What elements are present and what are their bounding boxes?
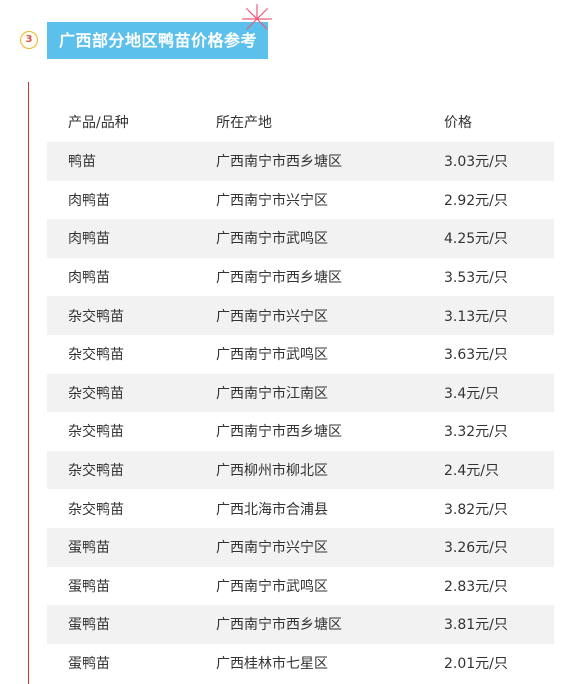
cell-price: 3.03元/只 xyxy=(444,154,508,171)
cell-price: 3.53元/只 xyxy=(444,270,508,287)
cell-price: 4.25元/只 xyxy=(444,231,508,248)
accent-vertical-line xyxy=(28,82,29,684)
cell-product: 肉鸭苗 xyxy=(68,270,110,287)
cell-price: 3.63元/只 xyxy=(444,347,508,364)
cell-product: 肉鸭苗 xyxy=(68,192,110,209)
cell-origin: 广西南宁市西乡塘区 xyxy=(216,617,342,634)
table-row: 蛋鸭苗 广西南宁市西乡塘区 3.81元/只 xyxy=(47,605,554,644)
cell-product: 蛋鸭苗 xyxy=(68,617,110,634)
table-row: 肉鸭苗 广西南宁市武鸣区 4.25元/只 xyxy=(47,219,554,258)
cell-origin: 广西南宁市江南区 xyxy=(216,385,328,402)
cell-price: 2.01元/只 xyxy=(444,656,508,673)
cell-price: 3.4元/只 xyxy=(444,385,499,402)
cell-price: 2.83元/只 xyxy=(444,578,508,595)
cell-price: 3.13元/只 xyxy=(444,308,508,325)
table-row: 杂交鸭苗 广西南宁市武鸣区 3.63元/只 xyxy=(47,335,554,374)
table-row: 杂交鸭苗 广西北海市合浦县 3.82元/只 xyxy=(47,489,554,528)
cell-price: 3.32元/只 xyxy=(444,424,508,441)
cell-origin: 广西南宁市兴宁区 xyxy=(216,540,328,557)
cell-product: 鸭苗 xyxy=(68,154,96,171)
cell-origin: 广西南宁市兴宁区 xyxy=(216,192,328,209)
table-header-row: 产品/品种 所在产地 价格 xyxy=(47,102,554,142)
table-row: 杂交鸭苗 广西柳州市柳北区 2.4元/只 xyxy=(47,450,554,490)
cell-product: 杂交鸭苗 xyxy=(68,347,124,364)
cell-product: 蛋鸭苗 xyxy=(68,656,110,673)
table-row: 鸭苗 广西南宁市西乡塘区 3.03元/只 xyxy=(47,142,554,181)
header-product: 产品/品种 xyxy=(68,115,129,131)
cell-product: 肉鸭苗 xyxy=(68,231,110,248)
cell-product: 蛋鸭苗 xyxy=(68,578,110,595)
section-header: 3 广西部分地区鸭苗价格参考 xyxy=(0,0,572,70)
firework-icon xyxy=(241,3,273,30)
table-row: 杂交鸭苗 广西南宁市西乡塘区 3.32元/只 xyxy=(47,412,554,451)
cell-product: 蛋鸭苗 xyxy=(68,540,110,557)
cell-origin: 广西桂林市七星区 xyxy=(216,656,328,673)
cell-price: 3.26元/只 xyxy=(444,540,508,557)
cell-origin: 广西南宁市武鸣区 xyxy=(216,231,328,248)
table-row: 杂交鸭苗 广西南宁市兴宁区 3.13元/只 xyxy=(47,296,554,335)
cell-origin: 广西南宁市武鸣区 xyxy=(216,578,328,595)
cell-product: 杂交鸭苗 xyxy=(68,385,124,402)
header-origin: 所在产地 xyxy=(216,115,272,131)
cell-product: 杂交鸭苗 xyxy=(68,463,124,480)
table-row: 蛋鸭苗 广西桂林市七星区 2.01元/只 xyxy=(47,644,554,683)
table-row: 肉鸭苗 广西南宁市西乡塘区 3.53元/只 xyxy=(47,258,554,297)
section-title: 广西部分地区鸭苗价格参考 xyxy=(47,22,268,59)
cell-origin: 广西南宁市兴宁区 xyxy=(216,308,328,325)
cell-origin: 广西南宁市西乡塘区 xyxy=(216,270,342,287)
table-row: 蛋鸭苗 广西南宁市武鸣区 2.83元/只 xyxy=(47,567,554,606)
cell-origin: 广西北海市合浦县 xyxy=(216,501,328,518)
price-table: 产品/品种 所在产地 价格 鸭苗 广西南宁市西乡塘区 3.03元/只 肉鸭苗 广西南宁市… xyxy=(47,102,554,682)
table-body: 鸭苗 广西南宁市西乡塘区 3.03元/只 肉鸭苗 广西南宁市兴宁区 2.92元/只 肉鸭苗广… xyxy=(47,142,554,682)
cell-origin: 广西柳州市柳北区 xyxy=(216,463,328,480)
cell-origin: 广西南宁市西乡塘区 xyxy=(216,424,342,441)
section-number-badge: 3 xyxy=(20,31,38,49)
table-row: 杂交鸭苗 广西南宁市江南区 3.4元/只 xyxy=(47,373,554,413)
cell-product: 杂交鸭苗 xyxy=(68,308,124,325)
cell-price: 3.82元/只 xyxy=(444,501,508,518)
cell-origin: 广西南宁市武鸣区 xyxy=(216,347,328,364)
cell-price: 2.92元/只 xyxy=(444,192,508,209)
cell-price: 3.81元/只 xyxy=(444,617,508,634)
header-price: 价格 xyxy=(444,115,472,131)
cell-origin: 广西南宁市西乡塘区 xyxy=(216,154,342,171)
cell-product: 杂交鸭苗 xyxy=(68,501,124,518)
table-row: 蛋鸭苗 广西南宁市兴宁区 3.26元/只 xyxy=(47,527,554,567)
cell-price: 2.4元/只 xyxy=(444,463,499,480)
cell-product: 杂交鸭苗 xyxy=(68,424,124,441)
table-row: 肉鸭苗 广西南宁市兴宁区 2.92元/只 xyxy=(47,181,554,220)
